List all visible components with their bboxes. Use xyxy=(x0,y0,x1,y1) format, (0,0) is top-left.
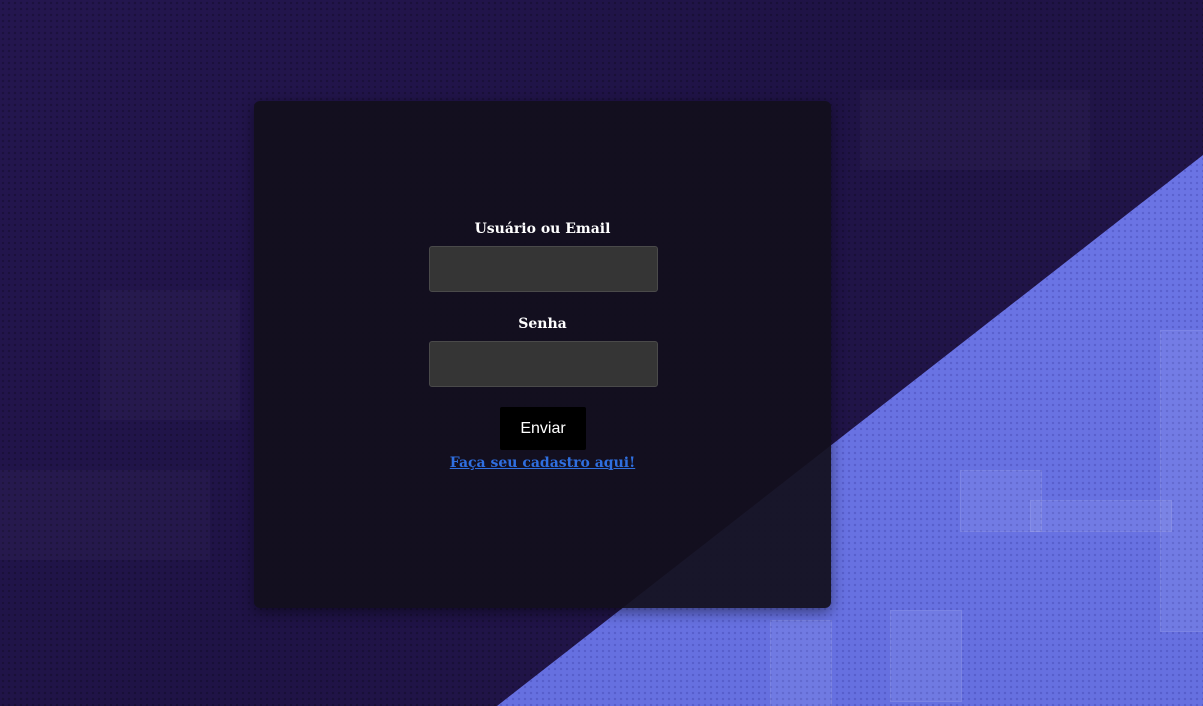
background-texture-shape xyxy=(1160,330,1203,632)
username-label: Usuário ou Email xyxy=(474,221,611,237)
password-input[interactable] xyxy=(429,341,658,387)
register-link[interactable]: Faça seu cadastro aqui! xyxy=(450,455,635,471)
register-link-container: Faça seu cadastro aqui! xyxy=(254,455,831,471)
background-texture-shape xyxy=(770,620,832,706)
username-input[interactable] xyxy=(429,246,658,292)
background-texture-shape xyxy=(0,470,210,560)
background-texture-shape xyxy=(1030,500,1172,532)
background-texture-shape xyxy=(100,290,240,420)
password-label: Senha xyxy=(518,316,567,332)
background-texture-shape xyxy=(890,610,962,702)
background-texture-shape xyxy=(860,90,1090,170)
submit-button[interactable]: Enviar xyxy=(500,407,586,450)
login-form: Usuário ou Email Senha Enviar Faça seu c… xyxy=(254,101,831,608)
login-card: Usuário ou Email Senha Enviar Faça seu c… xyxy=(254,101,831,608)
